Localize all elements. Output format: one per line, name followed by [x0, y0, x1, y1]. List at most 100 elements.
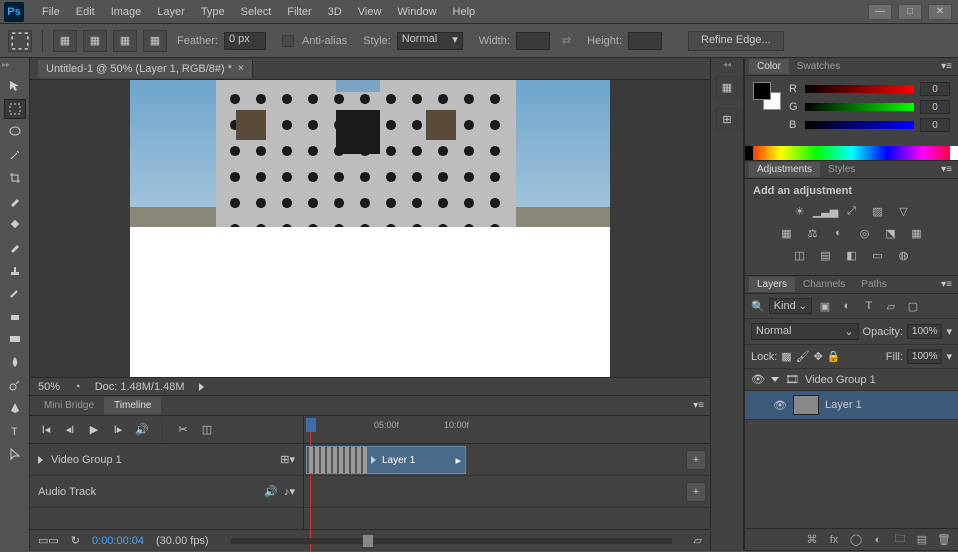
next-frame-button[interactable]: I▸: [110, 422, 126, 438]
menu-type[interactable]: Type: [193, 3, 233, 21]
layer-thumbnail[interactable]: [793, 395, 819, 415]
path-selection-tool[interactable]: [4, 444, 26, 464]
visibility-icon[interactable]: 👁: [773, 399, 787, 412]
add-audio-button[interactable]: +: [686, 482, 706, 502]
subtract-selection-icon[interactable]: ▦: [113, 30, 137, 52]
antialias-checkbox[interactable]: [282, 35, 294, 47]
render-icon[interactable]: ↻: [71, 534, 80, 547]
brush-tool[interactable]: [4, 237, 26, 257]
gradient-tool[interactable]: [4, 329, 26, 349]
lasso-tool[interactable]: [4, 122, 26, 142]
play-button[interactable]: ▶: [86, 422, 102, 438]
selective-color-adjustment-icon[interactable]: ◍: [895, 247, 913, 263]
invert-adjustment-icon[interactable]: ◫: [791, 247, 809, 263]
healing-tool[interactable]: [4, 214, 26, 234]
timecode[interactable]: 0:00:00:04: [92, 535, 144, 547]
preview-icon[interactable]: ◔: [74, 381, 81, 393]
b-value[interactable]: 0: [920, 118, 950, 132]
layer-group-name[interactable]: Video Group 1: [805, 374, 876, 386]
levels-adjustment-icon[interactable]: ▁▃▅: [817, 203, 835, 219]
link-layers-icon[interactable]: ⌘: [804, 532, 820, 548]
new-selection-icon[interactable]: ▦: [53, 30, 77, 52]
new-layer-icon[interactable]: ▤: [914, 532, 930, 548]
zoom-slider[interactable]: [231, 538, 672, 544]
delete-layer-icon[interactable]: 🗑: [936, 532, 952, 548]
color-swatches[interactable]: [753, 82, 781, 110]
menu-edit[interactable]: Edit: [68, 3, 103, 21]
tab-color[interactable]: Color: [749, 59, 789, 74]
go-to-first-frame-button[interactable]: I◂: [38, 422, 54, 438]
search-icon[interactable]: 🔍: [751, 300, 765, 313]
hue-adjustment-icon[interactable]: ▦: [778, 225, 796, 241]
fill-dropdown-icon[interactable]: ▾: [946, 350, 952, 363]
document-tab[interactable]: Untitled-1 @ 50% (Layer 1, RGB/8#) * ×: [38, 60, 253, 78]
zoom-level[interactable]: 50%: [38, 381, 60, 393]
filter-adjustment-icon[interactable]: ◐: [838, 298, 856, 314]
expand-icon[interactable]: [38, 456, 43, 464]
menu-filter[interactable]: Filter: [279, 3, 319, 21]
type-tool[interactable]: T: [4, 421, 26, 441]
canvas[interactable]: [130, 80, 610, 377]
eraser-tool[interactable]: [4, 306, 26, 326]
filmstrip-icon[interactable]: ⊞▾: [280, 453, 295, 466]
layers-panel-menu-icon[interactable]: ▾≡: [935, 279, 958, 290]
bw-adjustment-icon[interactable]: ◐: [830, 225, 848, 241]
color-spectrum[interactable]: [745, 146, 958, 160]
exposure-adjustment-icon[interactable]: ▨: [869, 203, 887, 219]
close-button[interactable]: ✕: [928, 4, 952, 20]
histogram-panel-icon[interactable]: ▦: [716, 76, 738, 98]
blend-mode-select[interactable]: Normal ⌄: [751, 323, 859, 340]
tab-timeline[interactable]: Timeline: [104, 397, 161, 414]
visibility-icon[interactable]: 👁: [751, 373, 765, 386]
filter-smart-icon[interactable]: ▢: [904, 298, 922, 314]
audio-track-header[interactable]: Audio Track 🔊 ♪▾: [30, 476, 303, 508]
add-selection-icon[interactable]: ▦: [83, 30, 107, 52]
width-input[interactable]: [516, 32, 550, 50]
menu-3d[interactable]: 3D: [320, 3, 350, 21]
height-input[interactable]: [628, 32, 662, 50]
tab-styles[interactable]: Styles: [820, 162, 863, 177]
filter-shape-icon[interactable]: ▱: [882, 298, 900, 314]
video-clip[interactable]: Layer 1 ▸: [306, 446, 466, 474]
adjustments-panel-menu-icon[interactable]: ▾≡: [935, 164, 958, 175]
canvas-area[interactable]: [30, 80, 710, 377]
music-icon[interactable]: ♪▾: [284, 485, 295, 498]
timeline-ruler[interactable]: 05:00f 10:00f: [304, 416, 710, 443]
lock-all-icon[interactable]: 🔒: [827, 350, 841, 363]
new-adjustment-layer-icon[interactable]: ◐: [870, 532, 886, 548]
foreground-color-swatch[interactable]: [753, 82, 771, 100]
tab-swatches[interactable]: Swatches: [789, 59, 848, 74]
gradient-map-adjustment-icon[interactable]: ▭: [869, 247, 887, 263]
navigator-panel-icon[interactable]: ⊞: [716, 108, 738, 130]
blur-tool[interactable]: [4, 352, 26, 372]
color-balance-adjustment-icon[interactable]: ⚖: [804, 225, 822, 241]
tab-mini-bridge[interactable]: Mini Bridge: [34, 397, 104, 414]
marquee-tool[interactable]: [4, 99, 26, 119]
expand-group-icon[interactable]: [771, 377, 779, 382]
swap-icon[interactable]: ⇄: [562, 34, 571, 47]
mute-button[interactable]: 🔊: [134, 422, 150, 438]
refine-edge-button[interactable]: Refine Edge...: [688, 31, 784, 51]
info-flyout-icon[interactable]: [199, 383, 204, 391]
eyedropper-tool[interactable]: [4, 191, 26, 211]
timeline-slider-icon[interactable]: ▭▭: [38, 534, 59, 547]
pen-tool[interactable]: [4, 398, 26, 418]
dodge-tool[interactable]: [4, 375, 26, 395]
vibrance-adjustment-icon[interactable]: ▽: [895, 203, 913, 219]
tool-preset-icon[interactable]: [8, 30, 32, 52]
move-tool[interactable]: [4, 76, 26, 96]
opacity-dropdown-icon[interactable]: ▾: [946, 325, 952, 338]
curves-adjustment-icon[interactable]: ⤢: [843, 203, 861, 219]
prev-frame-button[interactable]: ◂I: [62, 422, 78, 438]
audio-track-lane[interactable]: +: [304, 476, 710, 508]
r-value[interactable]: 0: [920, 82, 950, 96]
menu-view[interactable]: View: [350, 3, 390, 21]
split-clip-button[interactable]: ✂: [175, 422, 191, 438]
menu-image[interactable]: Image: [103, 3, 150, 21]
filter-pixel-icon[interactable]: ▣: [816, 298, 834, 314]
maximize-button[interactable]: □: [898, 4, 922, 20]
style-select[interactable]: Normal▾: [397, 32, 463, 50]
new-group-icon[interactable]: 🗀: [892, 532, 908, 548]
opacity-input[interactable]: 100%: [907, 324, 943, 339]
color-lookup-adjustment-icon[interactable]: ▦: [908, 225, 926, 241]
